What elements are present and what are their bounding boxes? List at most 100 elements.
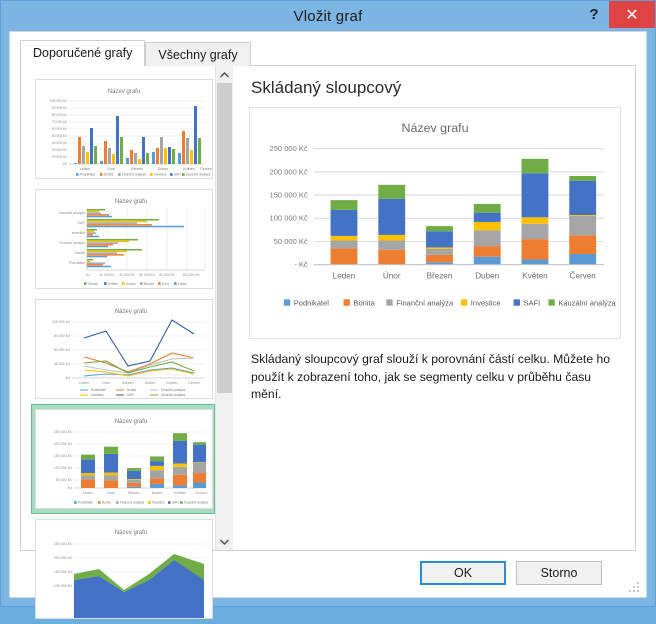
svg-text:150 000 Kč: 150 000 Kč (270, 191, 308, 200)
svg-text:Březen: Březen (144, 282, 154, 286)
svg-text:50 000 Kč: 50 000 Kč (274, 237, 308, 246)
thumbnail-scrollbar[interactable] (215, 66, 233, 550)
svg-text:Červen: Červen (200, 166, 212, 171)
svg-text:Červen: Červen (88, 281, 99, 286)
svg-text:30 000 Kč: 30 000 Kč (52, 148, 68, 152)
thumbnail-item-clustered-column[interactable]: Název grafu 100 000 Kč90 000 Kč 80 000 (31, 74, 215, 184)
svg-text:60 000 Kč: 60 000 Kč (52, 127, 68, 131)
ok-button[interactable]: OK (420, 561, 506, 585)
bar-group-unor (378, 184, 406, 265)
svg-text:Bonita: Bonita (353, 299, 375, 308)
svg-text:Leden: Leden (79, 381, 89, 385)
help-icon[interactable]: ? (579, 1, 609, 28)
svg-text:250 000 Kč: 250 000 Kč (270, 144, 308, 153)
svg-text:Kauzální analýza: Kauzální analýza (184, 501, 209, 505)
svg-text:Květen: Květen (166, 381, 177, 385)
svg-text:Březen: Březen (131, 167, 142, 171)
svg-text:100 000 Kč: 100 000 Kč (52, 320, 70, 324)
svg-text:Únor: Únor (107, 166, 116, 171)
svg-text:- Kč: - Kč (294, 260, 308, 269)
scrollbar-thumb[interactable] (217, 83, 232, 393)
svg-text:60 000 Kč: 60 000 Kč (139, 273, 155, 277)
clustered-bar-icon: Název grafu Kauzální analýza SAFI Investi… (36, 190, 212, 288)
svg-text:SAFI: SAFI (524, 299, 541, 308)
thumbnail-item-stacked-column[interactable]: Název grafu 250 000 Kč 200 000 Kč 150 000… (31, 404, 215, 514)
svg-text:SAFI: SAFI (172, 501, 179, 505)
scroll-down-icon[interactable] (216, 533, 233, 550)
clustered-column-icon: Název grafu 100 000 Kč90 000 Kč 80 000 K… (36, 80, 212, 178)
svg-text:Únor: Únor (162, 281, 170, 286)
svg-text:- Kč: - Kč (64, 376, 71, 380)
svg-text:Únor: Únor (383, 271, 401, 281)
svg-text:Leden: Leden (178, 282, 187, 286)
svg-text:Název grafu: Název grafu (115, 199, 147, 205)
svg-text:250 000 Kč: 250 000 Kč (54, 430, 72, 434)
svg-text:80 000 Kč: 80 000 Kč (54, 334, 70, 338)
bar-group-brezen (426, 226, 453, 265)
svg-text:Finanční analýza: Finanční analýza (161, 388, 185, 392)
tab-all-charts[interactable]: Všechny grafy (145, 42, 251, 66)
bar-group-kveten (521, 158, 549, 265)
title-bar: Vložit graf ? ✕ (1, 1, 655, 31)
svg-text:Investice: Investice (152, 501, 165, 505)
svg-text:Červen: Červen (570, 271, 596, 281)
thumbnail-preview: Název grafu 100 000 Kč 80 000 Kč 60 000 K… (35, 299, 213, 399)
line-chart-icon: Název grafu 100 000 Kč 80 000 Kč 60 000 K… (36, 300, 212, 398)
scrollbar-track[interactable] (216, 83, 233, 533)
svg-text:Květen: Květen (174, 491, 185, 495)
svg-text:Únor: Únor (107, 490, 116, 495)
thumbnail-item-clustered-bar[interactable]: Název grafu Kauzální analýza SAFI Investi… (31, 184, 215, 294)
insert-chart-dialog: Vložit graf ? ✕ Doporučené grafy Všechny… (0, 0, 656, 619)
svg-text:Kauzální analýza: Kauzální analýza (186, 173, 211, 177)
svg-text:Investice: Investice (154, 173, 167, 177)
svg-text:150 000 Kč: 150 000 Kč (54, 454, 72, 458)
dialog-footer: OK Storno (10, 551, 646, 597)
svg-text:Finanční analýza: Finanční analýza (59, 241, 85, 245)
svg-text:Březen: Březen (128, 491, 139, 495)
close-icon[interactable]: ✕ (609, 1, 655, 28)
svg-text:40 000 Kč: 40 000 Kč (52, 141, 68, 145)
svg-text:Bonita: Bonita (127, 388, 136, 392)
cancel-button[interactable]: Storno (516, 561, 602, 585)
chart-preview: Název grafu 250 000 Kč 200 000 Kč 150 00… (249, 107, 621, 339)
svg-text:100 000 Kč: 100 000 Kč (182, 273, 199, 277)
svg-text:100 000 Kč: 100 000 Kč (54, 466, 72, 470)
svg-text:80 000 Kč: 80 000 Kč (159, 273, 175, 277)
svg-text:Bonita: Bonita (75, 251, 85, 255)
svg-text:40 000 Kč: 40 000 Kč (54, 362, 70, 366)
svg-text:100 000 Kč: 100 000 Kč (270, 214, 308, 223)
svg-text:Investice: Investice (471, 299, 501, 308)
stacked-column-icon: Název grafu 250 000 Kč 200 000 Kč 150 000… (36, 410, 212, 508)
svg-text:Leden: Leden (333, 272, 356, 281)
resize-grip-icon[interactable] (629, 582, 640, 593)
svg-text:50 000 Kč: 50 000 Kč (56, 478, 72, 482)
bar-group-duben (473, 203, 501, 265)
svg-text:20 000 Kč: 20 000 Kč (52, 155, 68, 159)
svg-text:Březen: Březen (427, 272, 453, 281)
chart-title: Název grafu (402, 121, 469, 135)
svg-text:Leden: Leden (83, 491, 93, 495)
svg-text:Bonita: Bonita (102, 501, 111, 505)
svg-text:Květen: Květen (183, 167, 194, 171)
thumbnail-preview: Název grafu 250 000 Kč 200 000 Kč 150 000… (35, 409, 213, 509)
svg-text:Duben: Duben (158, 167, 169, 171)
svg-text:Název grafu: Název grafu (115, 419, 147, 425)
scroll-up-icon[interactable] (216, 66, 233, 83)
svg-text:Kauzální analýza: Kauzální analýza (59, 211, 85, 215)
svg-text:100 000 Kč: 100 000 Kč (50, 99, 67, 103)
svg-text:Duben: Duben (475, 272, 499, 281)
svg-text:SAFI: SAFI (77, 221, 85, 225)
thumbnail-preview: Název grafu 100 000 Kč90 000 Kč 80 000 (35, 79, 213, 179)
svg-text:20 000 Kč: 20 000 Kč (99, 273, 115, 277)
dialog-body: Doporučené grafy Všechny grafy Název gra… (9, 31, 647, 619)
thumbnail-item-line[interactable]: Název grafu 100 000 Kč 80 000 Kč 60 000 K… (31, 294, 215, 404)
svg-text:50 000 Kč: 50 000 Kč (52, 134, 68, 138)
tab-recommended-charts[interactable]: Doporučené grafy (20, 40, 146, 66)
tab-strip: Doporučené grafy Všechny grafy (20, 40, 646, 66)
svg-text:Duben: Duben (126, 282, 136, 286)
svg-text:Finanční analýza: Finanční analýza (120, 501, 144, 505)
svg-text:Investice: Investice (72, 231, 85, 235)
svg-text:Finanční analýza: Finanční analýza (122, 173, 146, 177)
bar-group-leden (330, 200, 358, 265)
svg-text:80 000 Kč: 80 000 Kč (52, 113, 68, 117)
